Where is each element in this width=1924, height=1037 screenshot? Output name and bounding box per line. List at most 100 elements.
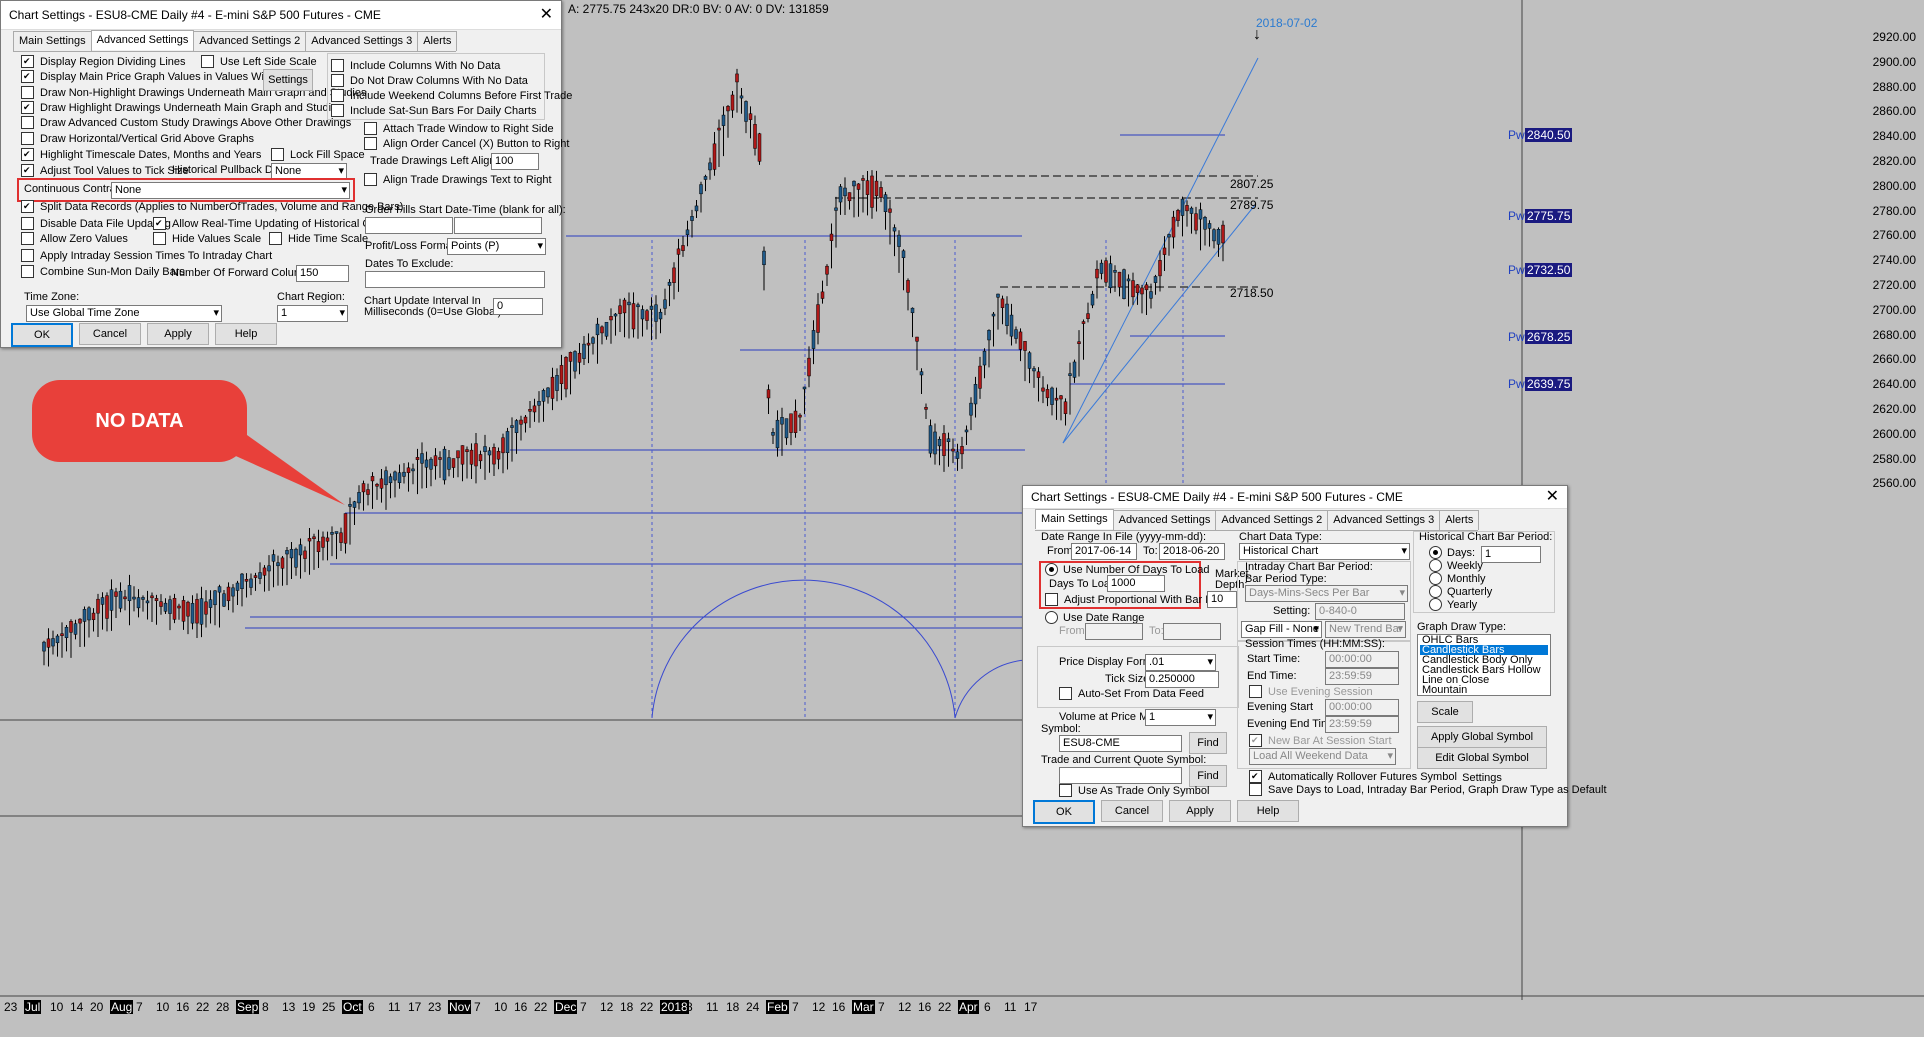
attach-trade-window-checkbox[interactable]: Attach Trade Window to Right Side	[364, 122, 554, 135]
date-range-to-input[interactable]	[1163, 623, 1221, 640]
tab-advanced-settings-3[interactable]: Advanced Settings 3	[305, 31, 419, 51]
graph-draw-type-option[interactable]: Mountain	[1420, 685, 1548, 696]
find-symbol-button[interactable]: Find	[1189, 732, 1227, 754]
checkbox-box[interactable]	[21, 200, 34, 213]
tick-size-input[interactable]: 0.250000	[1145, 671, 1219, 688]
cancel-button[interactable]: Cancel	[1101, 800, 1163, 822]
tab-advanced-settings[interactable]: Advanced Settings	[90, 30, 195, 50]
volume-mult-select[interactable]: 1	[1145, 709, 1216, 726]
align-order-cancel-checkbox[interactable]: Align Order Cancel (X) Button to Right	[364, 137, 569, 150]
column-option-checkbox[interactable]: Do Not Draw Columns With No Data	[331, 74, 528, 87]
days-period-input[interactable]: 1	[1481, 546, 1541, 563]
cancel-button[interactable]: Cancel	[79, 323, 141, 345]
checkbox-box[interactable]	[271, 148, 284, 161]
option-checkbox[interactable]: Display Main Price Graph Values in Value…	[21, 70, 296, 83]
checkbox-box[interactable]	[21, 55, 34, 68]
checkbox-box[interactable]	[21, 148, 34, 161]
column-option-checkbox[interactable]: Include Sat-Sun Bars For Daily Charts	[331, 104, 536, 117]
checkbox-box[interactable]	[331, 59, 344, 72]
tab-main-settings[interactable]: Main Settings	[1035, 509, 1114, 529]
apply-button[interactable]: Apply	[1169, 800, 1231, 822]
checkbox-box[interactable]	[1045, 593, 1058, 606]
radio-button[interactable]	[1429, 598, 1442, 611]
forward-columns-input[interactable]: 150	[296, 265, 349, 282]
continuous-contract-select[interactable]: None	[111, 182, 350, 199]
checkbox-box[interactable]	[21, 101, 34, 114]
checkbox-box[interactable]	[21, 249, 34, 262]
new-trend-bar-select[interactable]: New Trend Bar W	[1325, 621, 1406, 638]
checkbox-box[interactable]	[364, 137, 377, 150]
apply-global-symbol-button[interactable]: Apply Global Symbol Settings	[1417, 726, 1547, 763]
from-date-input[interactable]: 2017-06-14	[1071, 543, 1137, 560]
option-checkbox[interactable]: Display Region Dividing Lines	[21, 55, 186, 68]
setting-input[interactable]: 0-840-0	[1315, 603, 1405, 620]
historical-period-radio[interactable]: Monthly	[1429, 572, 1486, 585]
load-weekend-select[interactable]: Load All Weekend Data	[1249, 748, 1396, 765]
hide-time-scale-checkbox[interactable]: Hide Time Scale	[269, 232, 368, 245]
checkbox-box[interactable]	[21, 232, 34, 245]
close-icon[interactable]: ✕	[1546, 486, 1559, 508]
option-checkbox[interactable]: Draw Advanced Custom Study Drawings Abov…	[21, 116, 351, 129]
historical-period-radio[interactable]: Quarterly	[1429, 585, 1492, 598]
evening-start-input[interactable]: 00:00:00	[1325, 699, 1399, 716]
bar-period-type-select[interactable]: Days-Mins-Secs Per Bar	[1245, 585, 1408, 602]
save-days-default-checkbox[interactable]: Save Days to Load, Intraday Bar Period, …	[1249, 783, 1607, 796]
radio-button[interactable]	[1429, 585, 1442, 598]
historical-period-radio[interactable]: Yearly	[1429, 598, 1477, 611]
end-time-input[interactable]: 23:59:59	[1325, 668, 1399, 685]
trade-left-align-input[interactable]: 100	[491, 153, 539, 170]
trade-quote-symbol-input[interactable]	[1059, 767, 1182, 784]
historical-period-radio[interactable]: Weekly	[1429, 559, 1483, 572]
days-to-load-input[interactable]: 1000	[1107, 575, 1165, 592]
ok-button[interactable]: OK	[11, 323, 73, 347]
checkbox-box[interactable]	[21, 116, 34, 129]
checkbox-box[interactable]	[1249, 770, 1262, 783]
date-range-from-input[interactable]	[1085, 623, 1143, 640]
tab-advanced-settings-2[interactable]: Advanced Settings 2	[193, 31, 307, 51]
option-checkbox[interactable]: Draw Non-Highlight Drawings Underneath M…	[21, 86, 367, 99]
help-button[interactable]: Help	[1237, 800, 1299, 822]
settings-button[interactable]: Settings	[263, 69, 313, 91]
scale-button[interactable]: Scale	[1417, 701, 1473, 723]
option-checkbox[interactable]: Draw Horizontal/Vertical Grid Above Grap…	[21, 132, 254, 145]
dialog-title-bar[interactable]: Chart Settings - ESU8-CME Daily #4 - E-m…	[1023, 486, 1567, 509]
update-interval-input[interactable]: 0	[493, 298, 543, 315]
dialog-title-bar[interactable]: Chart Settings - ESU8-CME Daily #4 - E-m…	[1, 1, 561, 30]
allow-realtime-checkbox[interactable]: Allow Real-Time Updating of Historical C…	[153, 217, 389, 230]
chart-data-type-select[interactable]: Historical Chart	[1239, 543, 1410, 560]
tab-advanced-settings[interactable]: Advanced Settings	[1112, 510, 1217, 530]
combine-sun-mon-checkbox[interactable]: Combine Sun-Mon Daily Bars	[21, 265, 185, 278]
checkbox-box[interactable]	[21, 164, 34, 177]
checkbox-box[interactable]	[153, 232, 166, 245]
new-bar-session-checkbox[interactable]: New Bar At Session Start	[1249, 734, 1392, 747]
checkbox-box[interactable]	[1059, 784, 1072, 797]
disable-data-file-checkbox[interactable]: Disable Data File Updating	[21, 217, 171, 230]
column-option-checkbox[interactable]: Include Columns With No Data	[331, 59, 500, 72]
checkbox-box[interactable]	[21, 70, 34, 83]
chart-region-select[interactable]: 1	[277, 305, 348, 322]
checkbox-box[interactable]	[364, 173, 377, 186]
order-fills-date-input[interactable]	[365, 217, 453, 234]
checkbox-box[interactable]	[21, 217, 34, 230]
time-zone-select[interactable]: Use Global Time Zone	[26, 305, 222, 322]
align-trade-text-checkbox[interactable]: Align Trade Drawings Text to Right	[364, 173, 552, 186]
tab-alerts[interactable]: Alerts	[1439, 510, 1480, 530]
checkbox-box[interactable]	[269, 232, 282, 245]
allow-zero-checkbox[interactable]: Allow Zero Values	[21, 232, 128, 245]
close-icon[interactable]: ✕	[540, 1, 553, 29]
checkbox-box[interactable]	[331, 89, 344, 102]
checkbox-box[interactable]	[21, 132, 34, 145]
radio-button[interactable]	[1429, 559, 1442, 572]
hide-values-scale-checkbox[interactable]: Hide Values Scale	[153, 232, 261, 245]
tab-advanced-settings-3[interactable]: Advanced Settings 3	[1327, 510, 1441, 530]
market-depth-input[interactable]: 10	[1207, 591, 1237, 608]
dates-exclude-input[interactable]	[365, 271, 545, 288]
checkbox-box[interactable]	[1249, 685, 1262, 698]
use-left-side-scale-checkbox[interactable]: Use Left Side Scale	[201, 55, 317, 68]
option-checkbox[interactable]: Draw Highlight Drawings Underneath Main …	[21, 101, 343, 114]
checkbox-box[interactable]	[153, 217, 166, 230]
use-evening-session-checkbox[interactable]: Use Evening Session	[1249, 685, 1373, 698]
checkbox-box[interactable]	[21, 265, 34, 278]
auto-rollover-checkbox[interactable]: Automatically Rollover Futures Symbol	[1249, 770, 1457, 783]
checkbox-box[interactable]	[1249, 734, 1262, 747]
